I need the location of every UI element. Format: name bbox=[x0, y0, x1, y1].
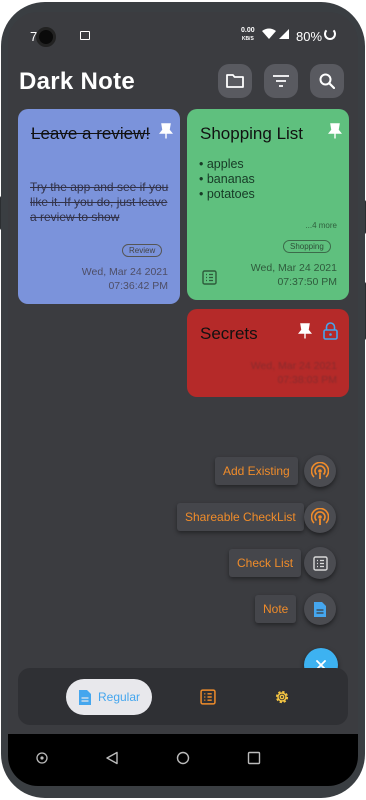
list-item: • apples bbox=[199, 157, 244, 171]
bottom-nav: Regular bbox=[18, 668, 348, 725]
fab-note[interactable] bbox=[304, 593, 336, 625]
nav-regular[interactable]: Regular bbox=[66, 679, 152, 715]
fab-add-existing[interactable] bbox=[304, 455, 336, 487]
note-tag: Review bbox=[122, 244, 163, 257]
fab-shareable-checklist[interactable] bbox=[304, 501, 336, 533]
note-card-shopping[interactable]: Shopping List • apples • bananas • potat… bbox=[187, 109, 349, 300]
app-title: Dark Note bbox=[19, 68, 136, 95]
checklist-icon bbox=[202, 270, 217, 285]
note-icon bbox=[78, 689, 91, 705]
battery-percent: 80% bbox=[296, 29, 323, 44]
lock-icon[interactable] bbox=[323, 322, 338, 340]
fab-label-add-existing[interactable]: Add Existing bbox=[215, 457, 298, 485]
network-speed-value: 0.00 bbox=[241, 27, 255, 34]
fab-label-note[interactable]: Note bbox=[255, 595, 297, 623]
network-speed: 0.00 KB/S bbox=[241, 27, 255, 43]
note-date: Wed, Mar 24 2021 07:38:03 PM bbox=[251, 359, 337, 387]
note-date-day: Wed, Mar 24 2021 bbox=[250, 262, 337, 274]
note-tag: Shopping bbox=[283, 240, 331, 253]
nav-checklists[interactable] bbox=[196, 685, 220, 709]
note-card-review[interactable]: Leave a review! Try the app and see if y… bbox=[18, 109, 180, 304]
home-icon[interactable] bbox=[176, 751, 190, 765]
nav-regular-label: Regular bbox=[97, 690, 141, 704]
podcast-icon bbox=[311, 508, 329, 525]
folder-icon bbox=[226, 74, 244, 88]
note-date-time: 07:38:03 PM bbox=[277, 374, 337, 386]
note-title: Secrets bbox=[200, 324, 258, 343]
note-card-secrets[interactable]: Secrets Wed, Mar 24 2021 07:38:03 PM bbox=[187, 309, 349, 397]
list-icon bbox=[200, 689, 216, 705]
search-button[interactable] bbox=[310, 64, 344, 98]
shopping-items: • apples • bananas • potatoes bbox=[199, 157, 255, 202]
fab-label-shareable-checklist[interactable]: Shareable CheckList bbox=[177, 503, 304, 531]
filter-button[interactable] bbox=[264, 64, 298, 98]
list-item: • potatoes bbox=[199, 187, 255, 201]
filter-icon bbox=[273, 75, 289, 87]
note-title: Shopping List bbox=[200, 124, 304, 143]
assistant-icon[interactable] bbox=[35, 751, 49, 765]
note-date-day: Wed, Mar 24 2021 bbox=[81, 266, 168, 278]
app-screen: 7 03 0.00 KB/S 80% Dark Note bbox=[8, 12, 358, 786]
search-icon bbox=[319, 73, 335, 89]
note-icon bbox=[314, 601, 326, 617]
gear-icon bbox=[275, 690, 289, 704]
note-title: Leave a review! bbox=[31, 124, 151, 143]
network-speed-unit: KB/S bbox=[241, 36, 254, 42]
note-date-time: 07:36:42 PM bbox=[108, 280, 168, 292]
back-icon[interactable] bbox=[105, 751, 119, 765]
note-date: Wed, Mar 24 2021 07:36:42 PM bbox=[82, 265, 168, 293]
pin-icon[interactable] bbox=[297, 323, 313, 339]
list-icon bbox=[312, 555, 328, 571]
fab-label-check-list[interactable]: Check List bbox=[229, 549, 302, 577]
note-date: Wed, Mar 24 2021 07:37:50 PM bbox=[251, 261, 337, 289]
note-body: Try the app and see if you like it. If y… bbox=[30, 180, 169, 224]
nav-settings[interactable] bbox=[270, 685, 294, 709]
battery-icon bbox=[324, 28, 336, 40]
list-item: • bananas bbox=[199, 172, 255, 186]
pin-icon[interactable] bbox=[158, 123, 174, 139]
folder-button[interactable] bbox=[218, 64, 252, 98]
fab-check-list[interactable] bbox=[304, 547, 336, 579]
front-camera bbox=[36, 27, 56, 47]
phone-device: 7 03 0.00 KB/S 80% Dark Note bbox=[0, 0, 366, 800]
gallery-notification-icon bbox=[80, 31, 90, 40]
more-items: ...4 more bbox=[305, 221, 337, 230]
note-date-time: 07:37:50 PM bbox=[277, 276, 337, 288]
recents-icon[interactable] bbox=[247, 751, 261, 765]
note-date-day: Wed, Mar 24 2021 bbox=[250, 360, 337, 372]
wifi-signal-icons bbox=[262, 28, 292, 43]
status-bar: 7 03 0.00 KB/S 80% bbox=[8, 12, 358, 56]
pin-icon[interactable] bbox=[327, 123, 343, 139]
podcast-icon bbox=[311, 462, 329, 479]
system-nav-bar bbox=[8, 734, 358, 786]
